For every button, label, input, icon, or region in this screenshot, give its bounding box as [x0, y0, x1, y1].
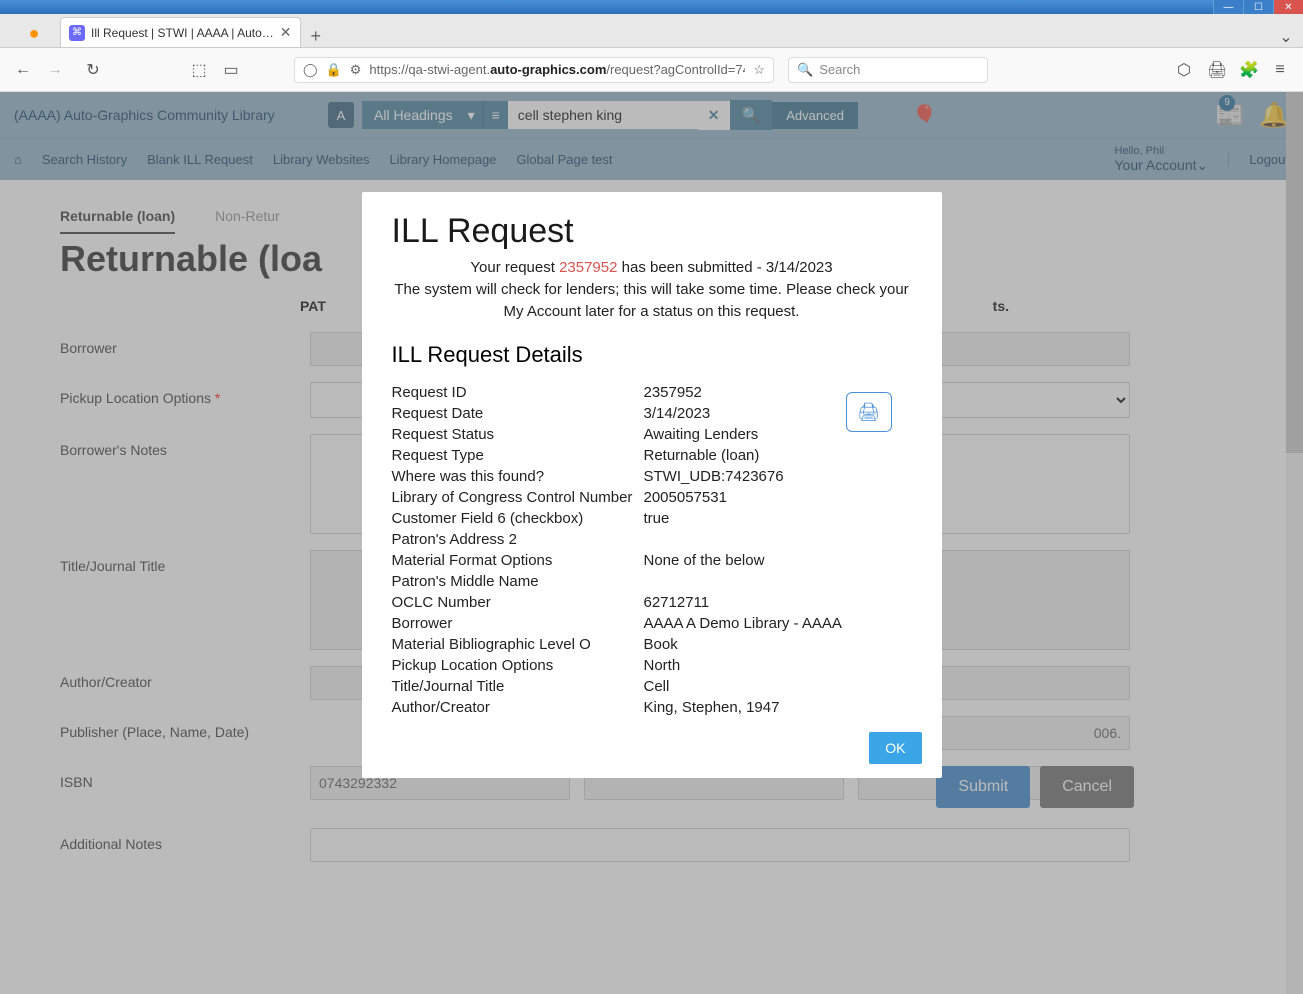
ok-button[interactable]: OK [869, 732, 921, 764]
detail-row: Material Bibliographic Level OBook [392, 634, 912, 655]
detail-row: Request Date3/14/2023 [392, 403, 912, 424]
browser-toolbar: ← → ↻ ⬚ ▭ ◯ 🔒 ⚙ https://qa-stwi-agent.au… [0, 48, 1303, 92]
detail-label: Patron's Middle Name [392, 573, 644, 590]
detail-row: Patron's Middle Name [392, 571, 912, 592]
detail-label: Author/Creator [392, 699, 644, 716]
shield-icon: ◯ [303, 62, 318, 78]
new-tab-button[interactable]: + [301, 26, 332, 47]
tabs-dropdown-icon[interactable]: ⌄ [1277, 27, 1295, 47]
tab-favicon: ⌘ [69, 25, 85, 41]
window-close-button[interactable]: ✕ [1273, 0, 1303, 14]
browser-tab[interactable]: ⌘ Ill Request | STWI | AAAA | Auto… ✕ [60, 17, 301, 47]
extensions-icon[interactable]: 🧩 [1239, 60, 1257, 80]
detail-value: true [644, 510, 670, 527]
detail-value: 2005057531 [644, 489, 727, 506]
detail-label: Material Bibliographic Level O [392, 636, 644, 653]
modal-message: Your request 2357952 has been submitted … [392, 257, 912, 322]
detail-label: Pickup Location Options [392, 657, 644, 674]
request-id-highlight: 2357952 [559, 259, 617, 276]
modal-overlay: ILL Request Your request 2357952 has bee… [0, 92, 1303, 994]
permissions-icon: ⚙ [350, 62, 362, 78]
detail-label: Patron's Address 2 [392, 531, 644, 548]
detail-value: None of the below [644, 552, 765, 569]
detail-value: Book [644, 636, 678, 653]
detail-value: North [644, 657, 681, 674]
detail-label: Request Status [392, 426, 644, 443]
detail-row: Customer Field 6 (checkbox)true [392, 508, 912, 529]
maximize-button[interactable]: ☐ [1243, 0, 1273, 14]
search-placeholder: Search [819, 62, 860, 77]
detail-row: Library of Congress Control Number200505… [392, 487, 912, 508]
detail-label: OCLC Number [392, 594, 644, 611]
responsive-icon[interactable]: ▭ [222, 60, 240, 80]
os-titlebar: — ☐ ✕ [0, 0, 1303, 14]
detail-row: Request TypeReturnable (loan) [392, 445, 912, 466]
detail-value: King, Stephen, 1947 [644, 699, 780, 716]
url-text: https://qa-stwi-agent.auto-graphics.com/… [369, 62, 745, 77]
detail-label: Material Format Options [392, 552, 644, 569]
detail-label: Request ID [392, 384, 644, 401]
detail-label: Borrower [392, 615, 644, 632]
detail-label: Customer Field 6 (checkbox) [392, 510, 644, 527]
detail-row: Author/CreatorKing, Stephen, 1947 [392, 697, 912, 718]
lock-icon: 🔒 [326, 62, 342, 78]
forward-button[interactable]: → [46, 61, 64, 79]
import-icon[interactable]: ⬚ [190, 60, 208, 80]
modal-title: ILL Request [392, 212, 912, 251]
detail-label: Request Type [392, 447, 644, 464]
detail-value: 62712711 [644, 594, 710, 611]
minimize-button[interactable]: — [1213, 0, 1243, 14]
tab-close-icon[interactable]: ✕ [280, 24, 292, 41]
print-icon[interactable]: 🖨 [1207, 60, 1225, 80]
detail-label: Where was this found? [392, 468, 644, 485]
ill-request-modal: ILL Request Your request 2357952 has bee… [362, 192, 942, 778]
detail-label: Title/Journal Title [392, 678, 644, 695]
detail-row: Pickup Location OptionsNorth [392, 655, 912, 676]
details-list: Request ID2357952Request Date3/14/2023Re… [392, 382, 912, 718]
detail-value: Awaiting Lenders [644, 426, 759, 443]
detail-value: Cell [644, 678, 670, 695]
browser-tabbar: ● ⌘ Ill Request | STWI | AAAA | Auto… ✕ … [0, 14, 1303, 48]
detail-row: Request StatusAwaiting Lenders [392, 424, 912, 445]
detail-row: Title/Journal TitleCell [392, 676, 912, 697]
search-icon: 🔍 [797, 62, 813, 78]
detail-row: Request ID2357952 [392, 382, 912, 403]
details-heading: ILL Request Details [392, 342, 912, 368]
detail-value: 2357952 [644, 384, 702, 401]
reload-button[interactable]: ↻ [84, 60, 102, 80]
detail-row: OCLC Number62712711 [392, 592, 912, 613]
print-button[interactable]: 🖨 [846, 392, 892, 432]
detail-row: Material Format OptionsNone of the below [392, 550, 912, 571]
detail-label: Library of Congress Control Number [392, 489, 644, 506]
url-bar[interactable]: ◯ 🔒 ⚙ https://qa-stwi-agent.auto-graphic… [294, 57, 774, 83]
pocket-icon[interactable]: ⬡ [1175, 60, 1193, 80]
bookmark-star-icon[interactable]: ☆ [753, 62, 765, 78]
detail-value: STWI_UDB:7423676 [644, 468, 784, 485]
detail-row: Patron's Address 2 [392, 529, 912, 550]
browser-search[interactable]: 🔍 Search [788, 57, 988, 83]
menu-icon[interactable]: ≡ [1271, 61, 1289, 79]
detail-value: 3/14/2023 [644, 405, 711, 422]
detail-row: BorrowerAAAA A Demo Library - AAAA [392, 613, 912, 634]
tab-title: Ill Request | STWI | AAAA | Auto… [91, 26, 274, 40]
detail-row: Where was this found?STWI_UDB:7423676 [392, 466, 912, 487]
detail-label: Request Date [392, 405, 644, 422]
detail-value: Returnable (loan) [644, 447, 760, 464]
firefox-icon: ● [8, 19, 60, 47]
back-button[interactable]: ← [14, 61, 32, 79]
detail-value: AAAA A Demo Library - AAAA [644, 615, 842, 632]
